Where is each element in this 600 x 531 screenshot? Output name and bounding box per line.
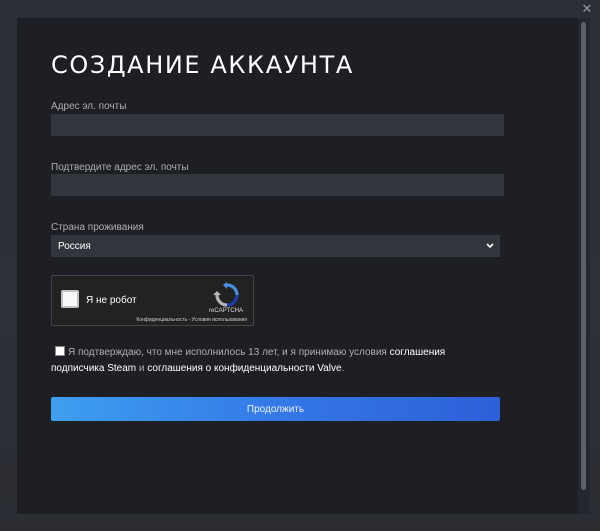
agreement-text-before: Я подтверждаю, что мне исполнилось 13 ле… (68, 347, 390, 358)
confirm-email-label: Подтвердите адрес эл. почты (51, 162, 189, 173)
recaptcha-terms-link[interactable]: Условия использования (192, 317, 248, 323)
confirm-email-field[interactable] (51, 174, 504, 196)
agreement-text-middle: и (136, 363, 148, 374)
country-select[interactable]: Россия (51, 235, 500, 257)
recaptcha-widget: Я не робот reCAPTCHA Конфиденциальность … (51, 275, 254, 326)
scrollbar-thumb[interactable] (581, 22, 586, 490)
scrollbar[interactable] (578, 18, 590, 514)
country-label: Страна проживания (51, 222, 144, 233)
agreement-text-after: . (341, 363, 345, 374)
recaptcha-logo-icon (213, 282, 239, 307)
continue-button[interactable]: Продолжить (51, 397, 500, 421)
chevron-down-icon (486, 243, 494, 249)
recaptcha-label: Я не робот (86, 295, 137, 306)
dialog-window: ✕ СОЗДАНИЕ АККАУНТА Адрес эл. почты Подт… (0, 0, 600, 531)
recaptcha-checkbox[interactable] (61, 290, 79, 308)
recaptcha-privacy-link[interactable]: Конфиденциальность (136, 317, 187, 323)
close-icon[interactable]: ✕ (580, 2, 594, 16)
page-title: СОЗДАНИЕ АККАУНТА (51, 51, 354, 79)
email-field[interactable] (51, 114, 504, 136)
recaptcha-links: Конфиденциальность - Условия использован… (136, 317, 247, 323)
form-panel (17, 18, 578, 514)
country-selected-value: Россия (58, 240, 91, 252)
agreement-text: Я подтверждаю, что мне исполнилось 13 ле… (51, 345, 501, 377)
email-label: Адрес эл. почты (51, 101, 127, 112)
privacy-agreement-link[interactable]: соглашения о конфиденциальности Valve (147, 363, 341, 374)
recaptcha-brand: reCAPTCHA (209, 308, 244, 314)
